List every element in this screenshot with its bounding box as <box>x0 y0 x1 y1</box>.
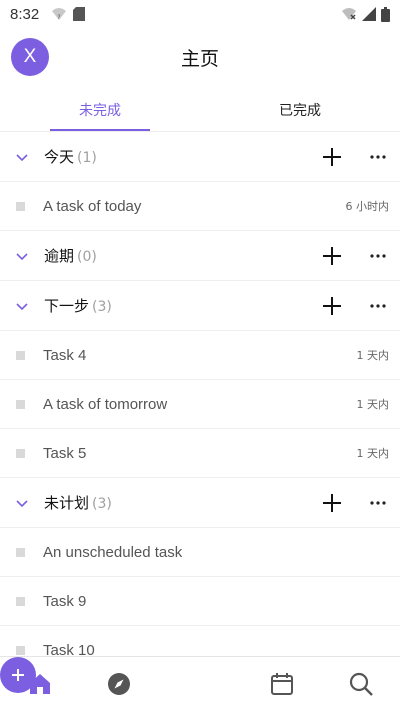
plus-icon <box>12 669 24 681</box>
tab-completed[interactable]: 已完成 <box>200 100 400 120</box>
status-left-icons: ? <box>51 7 86 21</box>
more-horizontal-icon[interactable] <box>366 294 390 318</box>
more-horizontal-icon[interactable] <box>366 244 390 268</box>
group-count: (1) <box>77 150 97 166</box>
task-checkbox[interactable] <box>16 449 25 458</box>
task-title: An unscheduled task <box>43 543 183 561</box>
task-row[interactable]: Task 4 1 天内 <box>0 331 400 380</box>
task-checkbox[interactable] <box>16 597 25 606</box>
battery-icon <box>381 6 390 22</box>
group-count: (3) <box>92 299 112 315</box>
task-due: 1 天内 <box>356 398 390 411</box>
task-row[interactable]: Task 9 <box>0 577 400 626</box>
task-list[interactable]: 今天 (1) A task of today 6 小时内 逾期 (0) 下一步 (3)… <box>0 132 400 656</box>
task-title: Task 4 <box>43 346 87 364</box>
task-title: A task of today <box>43 197 142 215</box>
plus-icon[interactable] <box>320 294 344 318</box>
group-count: (3) <box>92 496 112 512</box>
tab-active-indicator <box>50 129 150 131</box>
group-name: 今天 <box>44 148 75 166</box>
more-horizontal-icon[interactable] <box>366 491 390 515</box>
search-icon[interactable] <box>348 671 374 697</box>
home-icon[interactable] <box>27 671 53 697</box>
bottom-nav <box>0 656 400 711</box>
group-name: 未计划 <box>44 494 90 512</box>
plus-icon[interactable] <box>320 244 344 268</box>
tab-bar: 未完成 已完成 <box>0 88 400 132</box>
status-right-icons <box>341 6 390 22</box>
signal-icon <box>362 7 376 21</box>
status-bar: 8:32 ? <box>0 0 400 28</box>
group-title: 未计划 (3) <box>44 492 112 513</box>
task-checkbox[interactable] <box>16 646 25 655</box>
calendar-icon[interactable] <box>269 671 295 697</box>
group-header-next[interactable]: 下一步 (3) <box>0 281 400 331</box>
group-title: 今天 (1) <box>44 146 97 167</box>
plus-icon[interactable] <box>320 491 344 515</box>
task-row[interactable]: Task 10 <box>0 626 400 656</box>
task-row[interactable]: A task of today 6 小时内 <box>0 182 400 231</box>
group-name: 下一步 <box>44 297 90 315</box>
task-title: Task 5 <box>43 444 87 462</box>
task-row[interactable]: A task of tomorrow 1 天内 <box>0 380 400 429</box>
more-horizontal-icon[interactable] <box>366 145 390 169</box>
tab-incomplete[interactable]: 未完成 <box>0 100 200 120</box>
group-header-today[interactable]: 今天 (1) <box>0 132 400 182</box>
status-time: 8:32 <box>10 5 40 23</box>
task-title: Task 10 <box>43 641 95 657</box>
page-title: 主页 <box>180 48 219 70</box>
group-title: 下一步 (3) <box>44 295 112 316</box>
wifi-off-icon <box>342 8 356 20</box>
task-checkbox[interactable] <box>16 400 25 409</box>
group-header-unscheduled[interactable]: 未计划 (3) <box>0 478 400 528</box>
task-checkbox[interactable] <box>16 351 25 360</box>
task-title: Task 9 <box>43 592 87 610</box>
chevron-down-icon[interactable] <box>14 248 30 264</box>
compass-icon[interactable] <box>106 671 132 697</box>
group-title: 逾期 (0) <box>44 245 97 266</box>
chevron-down-icon[interactable] <box>14 495 30 511</box>
chevron-down-icon[interactable] <box>14 149 30 165</box>
task-due: 1 天内 <box>356 349 390 362</box>
plus-icon[interactable] <box>320 145 344 169</box>
header: X 主页 <box>0 28 400 88</box>
task-due: 6 小时内 <box>345 200 390 213</box>
wifi-unknown-icon: ? <box>52 8 67 21</box>
svg-text:?: ? <box>58 14 61 21</box>
task-checkbox[interactable] <box>16 202 25 211</box>
task-checkbox[interactable] <box>16 548 25 557</box>
group-header-overdue[interactable]: 逾期 (0) <box>0 231 400 281</box>
sd-card-icon <box>73 7 86 21</box>
task-due: 1 天内 <box>356 447 390 460</box>
task-row[interactable]: Task 5 1 天内 <box>0 429 400 478</box>
chevron-down-icon[interactable] <box>14 298 30 314</box>
group-count: (0) <box>77 249 97 265</box>
task-row[interactable]: An unscheduled task <box>0 528 400 577</box>
task-title: A task of tomorrow <box>43 395 168 413</box>
group-name: 逾期 <box>44 247 75 265</box>
